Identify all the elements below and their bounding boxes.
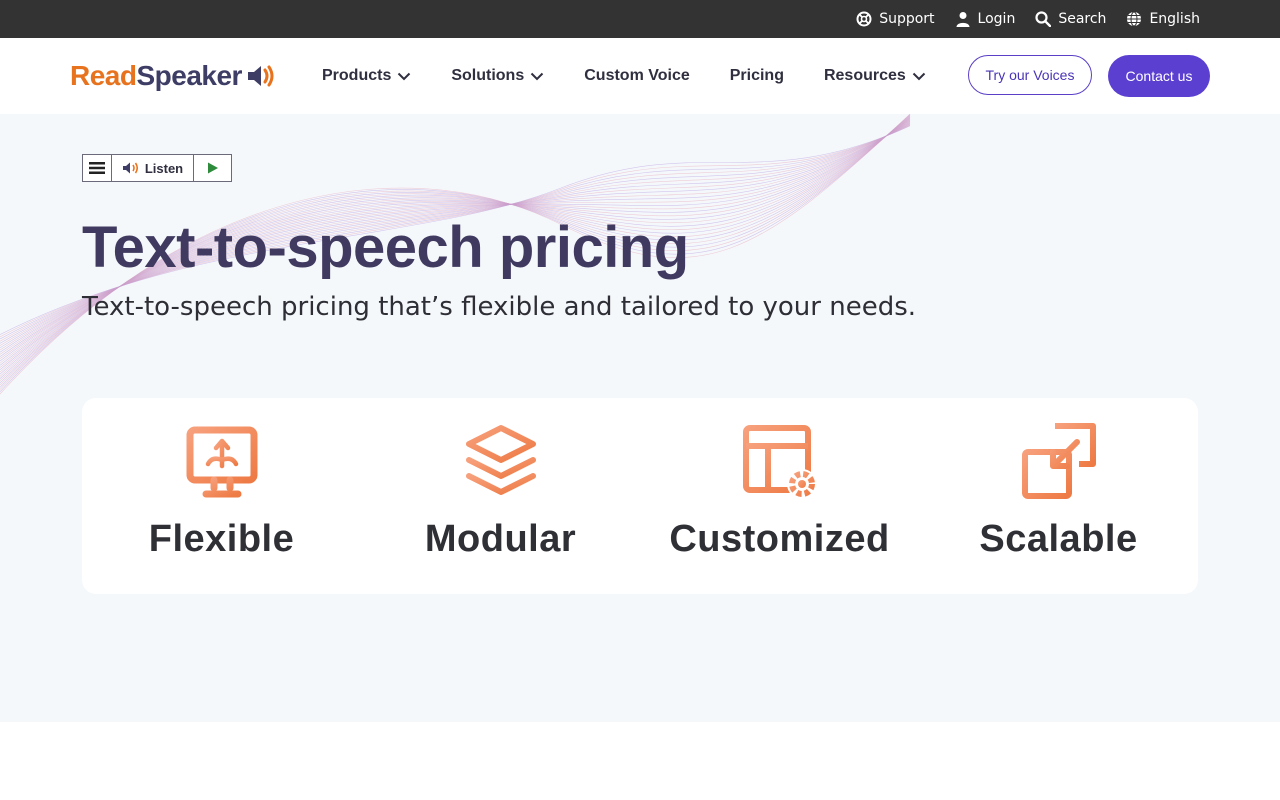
nav-item-solutions[interactable]: Solutions <box>451 67 544 85</box>
language-label: English <box>1149 11 1200 27</box>
nav-menu: Products Solutions Custom Voice Pricing … <box>322 38 966 114</box>
page-subtitle: Text-to-speech pricing that’s flexible a… <box>82 292 917 322</box>
nav-item-products-label: Products <box>322 67 392 84</box>
speaker-icon <box>122 162 138 174</box>
globe-icon <box>1127 11 1142 27</box>
support-label: Support <box>879 11 935 27</box>
hamburger-icon <box>89 162 105 174</box>
search-label: Search <box>1058 11 1107 27</box>
nav-item-custom-voice-label: Custom Voice <box>584 67 690 84</box>
logo-read-text: Read <box>70 60 137 91</box>
nav-item-resources[interactable]: Resources <box>824 67 926 85</box>
listen-label: Listen <box>144 160 184 176</box>
feature-scalable: Scalable <box>919 398 1198 594</box>
monitor-arrows-icon <box>186 426 257 498</box>
resize-arrow-icon <box>1021 423 1096 499</box>
nav-item-pricing[interactable]: Pricing <box>730 67 784 85</box>
page-title: Text-to-speech pricing <box>82 215 689 280</box>
hero-section: Listen Text-to-speech pricing Text-to-sp… <box>0 114 1280 722</box>
nav-item-resources-label: Resources <box>823 67 906 84</box>
chevron-down-icon <box>912 72 926 80</box>
features-card: Flexible Modular Customized Scalable <box>82 398 1198 594</box>
top-utility-bar: Support Login Search English <box>0 0 1280 38</box>
feature-label: Modular <box>424 518 577 560</box>
chevron-down-icon <box>398 72 411 80</box>
search-icon <box>1035 11 1052 27</box>
feature-flexible: Flexible <box>82 398 361 594</box>
language-selector[interactable]: English <box>1126 11 1200 27</box>
contact-us-button[interactable]: Contact us <box>1108 55 1210 97</box>
try-voices-button[interactable]: Try our Voices <box>968 55 1092 95</box>
top-utility-links: Support Login Search English <box>856 0 1200 38</box>
feature-modular: Modular <box>361 398 640 594</box>
layout-gear-icon <box>742 425 817 499</box>
login-link[interactable]: Login <box>955 11 1016 27</box>
nav-item-pricing-label: Pricing <box>729 67 784 84</box>
listen-player: Listen <box>82 154 232 182</box>
feature-label: Customized <box>669 518 890 560</box>
feature-label: Flexible <box>148 518 295 560</box>
logo-speaker-text: Speaker <box>136 60 242 91</box>
readspeaker-logo[interactable]: Read Speaker <box>70 60 276 92</box>
layers-icon <box>465 425 536 495</box>
listen-menu-button[interactable] <box>83 155 112 181</box>
nav-item-products[interactable]: Products <box>322 67 411 85</box>
chevron-down-icon <box>531 72 544 80</box>
speaker-logo-icon <box>247 65 274 87</box>
support-link[interactable]: Support <box>856 11 935 27</box>
main-navbar: Read Speaker Products Solutions Custom V… <box>0 38 1280 114</box>
play-icon <box>207 162 218 174</box>
listen-play-button[interactable] <box>194 155 231 181</box>
login-label: Login <box>977 11 1016 27</box>
listen-button[interactable]: Listen <box>112 155 194 181</box>
feature-customized: Customized <box>640 398 919 594</box>
lifebuoy-icon <box>856 11 872 27</box>
feature-label: Scalable <box>979 518 1138 560</box>
search-link[interactable]: Search <box>1035 11 1106 27</box>
nav-item-solutions-label: Solutions <box>451 67 525 84</box>
nav-item-custom-voice[interactable]: Custom Voice <box>584 67 690 85</box>
user-icon <box>956 12 970 27</box>
